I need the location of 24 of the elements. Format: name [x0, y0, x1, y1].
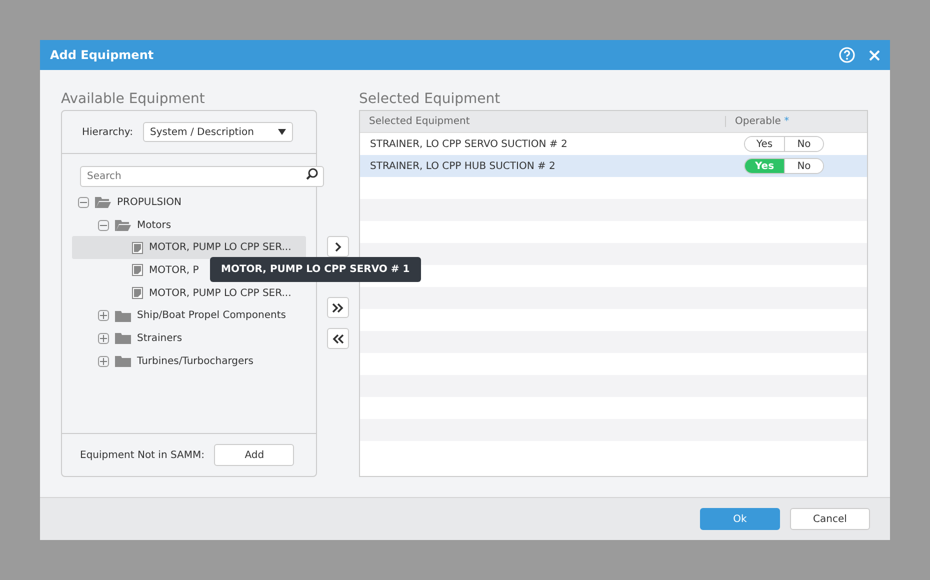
tree-item[interactable]: Turbines/Turbochargers [72, 350, 254, 372]
dialog-title: Add Equipment [50, 48, 155, 62]
hierarchy-label: Hierarchy: [82, 126, 133, 138]
hierarchy-dropdown[interactable]: System / Description [142, 122, 293, 142]
table-cell-text: STRAINER, LO CPP SERVO SUCTION # 2 [369, 138, 568, 150]
section-title: Selected Equipment [359, 90, 502, 109]
cancel-button[interactable]: Cancel [790, 508, 870, 530]
search-field[interactable]: Search [80, 166, 324, 187]
add-button[interactable]: Add [214, 444, 294, 466]
toggle-option[interactable]: No [784, 159, 823, 173]
tree-item[interactable]: PROPULSION [72, 191, 182, 214]
toggle-option[interactable]: No [784, 137, 823, 151]
tree-item[interactable]: Motors [72, 214, 172, 236]
column-header: Selected Equipment [360, 116, 726, 127]
table-row[interactable]: STRAINER, LO CPP HUB SUCTION # 2 Yes No [360, 155, 867, 177]
column-header: Operable * [734, 116, 790, 127]
tree-item[interactable]: Ship/Boat Propel Components [72, 304, 286, 328]
tree-item[interactable]: MOTOR, PUMP LO CPP SER... [72, 282, 292, 304]
section-title: Available Equipment [61, 90, 206, 109]
table-cell-text: STRAINER, LO CPP HUB SUCTION # 2 [369, 160, 556, 172]
not-in-samm-label: Equipment Not in SAMM: [80, 450, 204, 460]
tree-item[interactable]: Strainers [72, 327, 182, 350]
tooltip: MOTOR, PUMP LO CPP SERVO # 1 [210, 257, 421, 282]
tree-item[interactable]: MOTOR, P [72, 259, 199, 282]
